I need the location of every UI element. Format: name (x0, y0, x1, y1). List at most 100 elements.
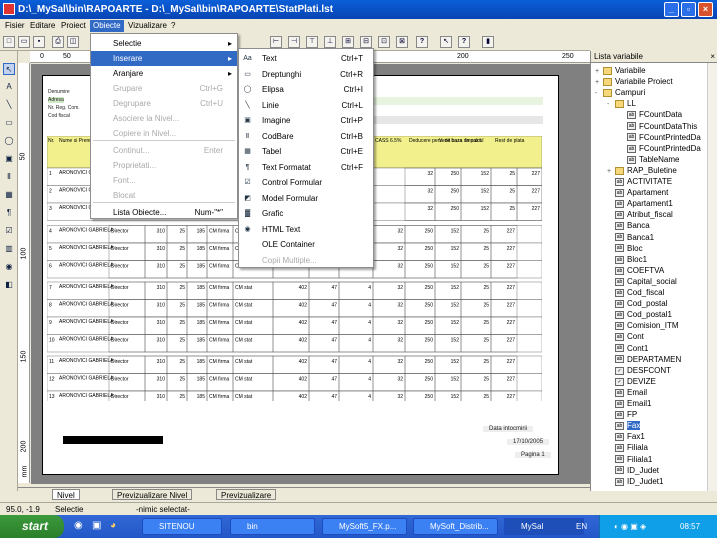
inserare-item-7[interactable]: ¶ Text Formatat Ctrl+F (239, 160, 373, 176)
tree-node[interactable]: ab Apartament1 (607, 198, 673, 209)
tree-node[interactable]: ab Bloc (607, 243, 643, 254)
tree-node[interactable]: ✓ DEVIZE (607, 376, 656, 387)
tree-node[interactable]: ab FCountData (619, 109, 682, 120)
task-mysal[interactable]: MySal (504, 518, 584, 535)
distribute-icon[interactable]: ⊞ (342, 36, 354, 48)
ole-tool-icon[interactable]: ◧ (3, 279, 15, 291)
tree-node[interactable]: ab Banca1 (607, 232, 654, 243)
richtext-tool-icon[interactable]: ¶ (3, 207, 15, 219)
tab-previzualizare-nivel[interactable]: Previzualizare Nivel (112, 489, 193, 500)
menu-editare[interactable]: Editare (27, 20, 58, 32)
tree-node[interactable]: ab FCountPrintedDa (619, 132, 701, 143)
tree-node[interactable]: ab Cod_postal1 (607, 309, 672, 320)
tree-node[interactable]: ab Fax1 (607, 431, 645, 442)
save-icon[interactable]: ▪ (33, 36, 45, 48)
inserare-item-5[interactable]: Ⅱ CodBare Ctrl+B (239, 129, 373, 145)
inserare-item-4[interactable]: ▣ Imagine Ctrl+P (239, 113, 373, 129)
menu-proiect[interactable]: Proiect (58, 20, 89, 32)
rectangle-tool-icon[interactable]: ▭ (3, 117, 15, 129)
tree-node[interactable]: ab Comision_ITM (607, 320, 679, 331)
inserare-item-0[interactable]: Aa Text Ctrl+T (239, 51, 373, 67)
table-tool-icon[interactable]: ▦ (3, 189, 15, 201)
task-mysoft-distrib[interactable]: MySoft_Distrib... (413, 518, 498, 535)
tree-node[interactable]: ab Fax (607, 420, 641, 431)
tree-node[interactable]: ab Cont1 (607, 343, 648, 354)
select-tool-icon[interactable]: ↖ (3, 63, 15, 75)
obiecte-item-0[interactable]: Selectie ▸ (91, 36, 237, 51)
tree-node[interactable]: ab Email1 (607, 398, 651, 409)
context-help-icon[interactable]: ↖ (440, 36, 452, 48)
inserare-item-9[interactable]: ◩ Model Formular (239, 191, 373, 207)
menu-fisier[interactable]: Fisier (2, 20, 28, 32)
print-icon[interactable]: ⎙ (52, 36, 64, 48)
tree-expander-icon[interactable]: - (607, 99, 615, 110)
tree-node[interactable]: ab COEFTVA (607, 265, 664, 276)
task-mysoft5[interactable]: MySoft5_FX.p... (322, 518, 407, 535)
start-button[interactable]: start (0, 515, 64, 538)
form-control-tool-icon[interactable]: ☑ (3, 225, 15, 237)
exit-icon[interactable]: ▮ (482, 36, 494, 48)
tree-node[interactable]: ✓ DESFCONT (607, 365, 671, 376)
inserare-item-1[interactable]: ▭ Dreptunghi Ctrl+R (239, 67, 373, 83)
help2-icon[interactable]: ? (458, 36, 470, 48)
obiecte-item-2[interactable]: Aranjare ▸ (91, 66, 237, 81)
panel-scrollbar[interactable] (707, 63, 717, 491)
inserare-item-2[interactable]: ◯ Elipsa Ctrl+I (239, 82, 373, 98)
tree-node[interactable]: ab Bloc1 (607, 254, 647, 265)
language-indicator[interactable]: EN (576, 515, 587, 538)
tray-icons[interactable]: ◐ ◉ ▣ ◈ (614, 515, 646, 538)
obiecte-item-1[interactable]: Inserare ▸ (91, 51, 237, 66)
text-tool-icon[interactable]: A (3, 81, 15, 93)
tree-node[interactable]: ab Cod_postal (607, 298, 667, 309)
align-bottom-icon[interactable]: ⊥ (324, 36, 336, 48)
ellipse-tool-icon[interactable]: ◯ (3, 135, 15, 147)
help-icon[interactable]: ? (416, 36, 428, 48)
tree-node[interactable]: ab Cont (607, 331, 644, 342)
quicklaunch-desktop-icon[interactable]: ▣ (92, 520, 101, 531)
html-tool-icon[interactable]: ◉ (3, 261, 15, 273)
tree-node[interactable]: ab Atribut_fiscal (607, 209, 673, 220)
obiecte-item-11[interactable]: Lista Obiecte... Num-"*" (91, 205, 237, 220)
menu-help[interactable]: ? (168, 20, 178, 32)
tree-node[interactable]: ab Capital_social (607, 276, 677, 287)
inserare-item-3[interactable]: ╲ Linie Ctrl+L (239, 98, 373, 114)
tree-node[interactable]: - Campuri (595, 87, 645, 98)
chart-tool-icon[interactable]: ▥ (3, 243, 15, 255)
size-icon[interactable]: ⊡ (378, 36, 390, 48)
quicklaunch-firefox-icon[interactable]: ◕ (110, 520, 116, 531)
quicklaunch-ie-icon[interactable]: ◉ (74, 520, 83, 531)
panel-close-icon[interactable]: × (710, 51, 715, 63)
task-bin[interactable]: bin (230, 518, 315, 535)
tree-node[interactable]: ab Email (607, 387, 647, 398)
inserare-item-12[interactable]: OLE Container (239, 237, 373, 253)
tree-node[interactable]: ab DEPARTAMEN (607, 354, 681, 365)
tree-node[interactable]: ab ID_Judet (607, 465, 659, 476)
tree-node[interactable]: ab Banca (607, 220, 650, 231)
align-center-icon[interactable]: ⊣ (288, 36, 300, 48)
tree-node[interactable]: ab ACTIVITATE (607, 176, 672, 187)
align-top-icon[interactable]: ⊤ (306, 36, 318, 48)
minimize-button[interactable]: _ (664, 2, 679, 17)
tab-nivel[interactable]: Nivel (52, 489, 80, 500)
barcode-tool-icon[interactable]: Ⅱ (3, 171, 15, 183)
tree-node[interactable]: ab Apartament (607, 187, 668, 198)
distribute-v-icon[interactable]: ⊟ (360, 36, 372, 48)
tree-node[interactable]: ab ID_Judet1 (607, 476, 663, 487)
tree-node[interactable]: - LL (607, 98, 636, 109)
inserare-item-6[interactable]: ▦ Tabel Ctrl+E (239, 144, 373, 160)
image-tool-icon[interactable]: ▣ (3, 153, 15, 165)
maximize-button[interactable]: ▫ (681, 2, 696, 17)
open-folder-icon[interactable]: ▭ (18, 36, 30, 48)
tree-node[interactable]: ab Cod_fiscal (607, 287, 664, 298)
tree-node[interactable]: ab FP (607, 409, 637, 420)
tree-node[interactable]: + RAP_Buletine (607, 165, 677, 176)
tab-previzualizare[interactable]: Previzualizare (216, 489, 277, 500)
menu-obiecte[interactable]: Obiecte (90, 20, 124, 32)
align-left-icon[interactable]: ⊢ (270, 36, 282, 48)
tree-node[interactable]: ab Filiala1 (607, 454, 652, 465)
inserare-item-11[interactable]: ◉ HTML Text (239, 222, 373, 238)
tree-expander-icon[interactable]: - (595, 88, 603, 99)
tree-node[interactable]: + Variabile (595, 65, 646, 76)
new-file-icon[interactable]: □ (3, 36, 15, 48)
tree-node[interactable]: ab TableName (619, 154, 679, 165)
